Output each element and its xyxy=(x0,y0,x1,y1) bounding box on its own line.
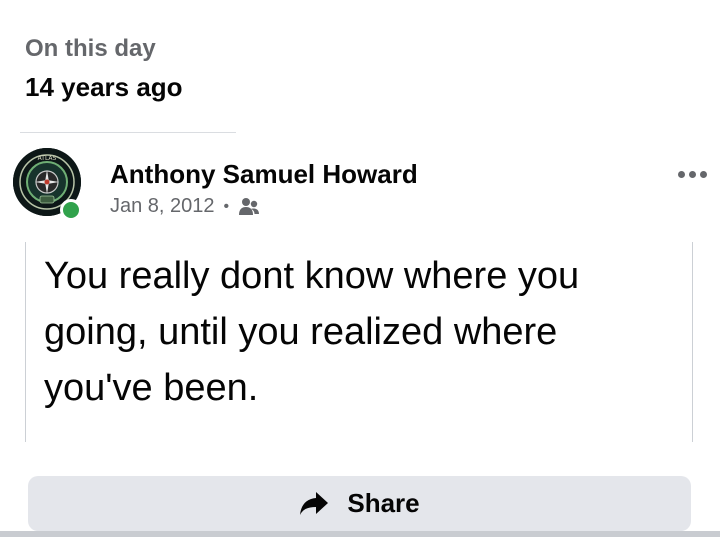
post-meta: Jan 8, 2012 • xyxy=(110,195,260,218)
post-date[interactable]: Jan 8, 2012 xyxy=(110,195,215,218)
friends-icon[interactable] xyxy=(238,197,260,217)
share-button[interactable]: Share xyxy=(28,476,691,531)
memory-post-card: On this day 14 years ago ATLAS Anthony S… xyxy=(0,0,720,537)
avatar-badge-text: ATLAS xyxy=(38,155,57,162)
online-status-indicator xyxy=(60,199,82,221)
divider xyxy=(20,132,236,133)
post-content-box: You really dont know where you going, un… xyxy=(25,242,693,442)
bottom-edge xyxy=(0,531,720,537)
more-options-button[interactable] xyxy=(672,165,712,183)
share-arrow-icon xyxy=(300,491,329,515)
meta-separator: • xyxy=(223,197,230,215)
share-label: Share xyxy=(347,488,420,518)
post-text: You really dont know where you going, un… xyxy=(44,255,580,409)
author-name[interactable]: Anthony Samuel Howard xyxy=(110,159,418,190)
memory-label: On this day xyxy=(25,35,156,62)
more-options-icon xyxy=(677,170,685,178)
years-ago-heading: 14 years ago xyxy=(25,72,183,102)
